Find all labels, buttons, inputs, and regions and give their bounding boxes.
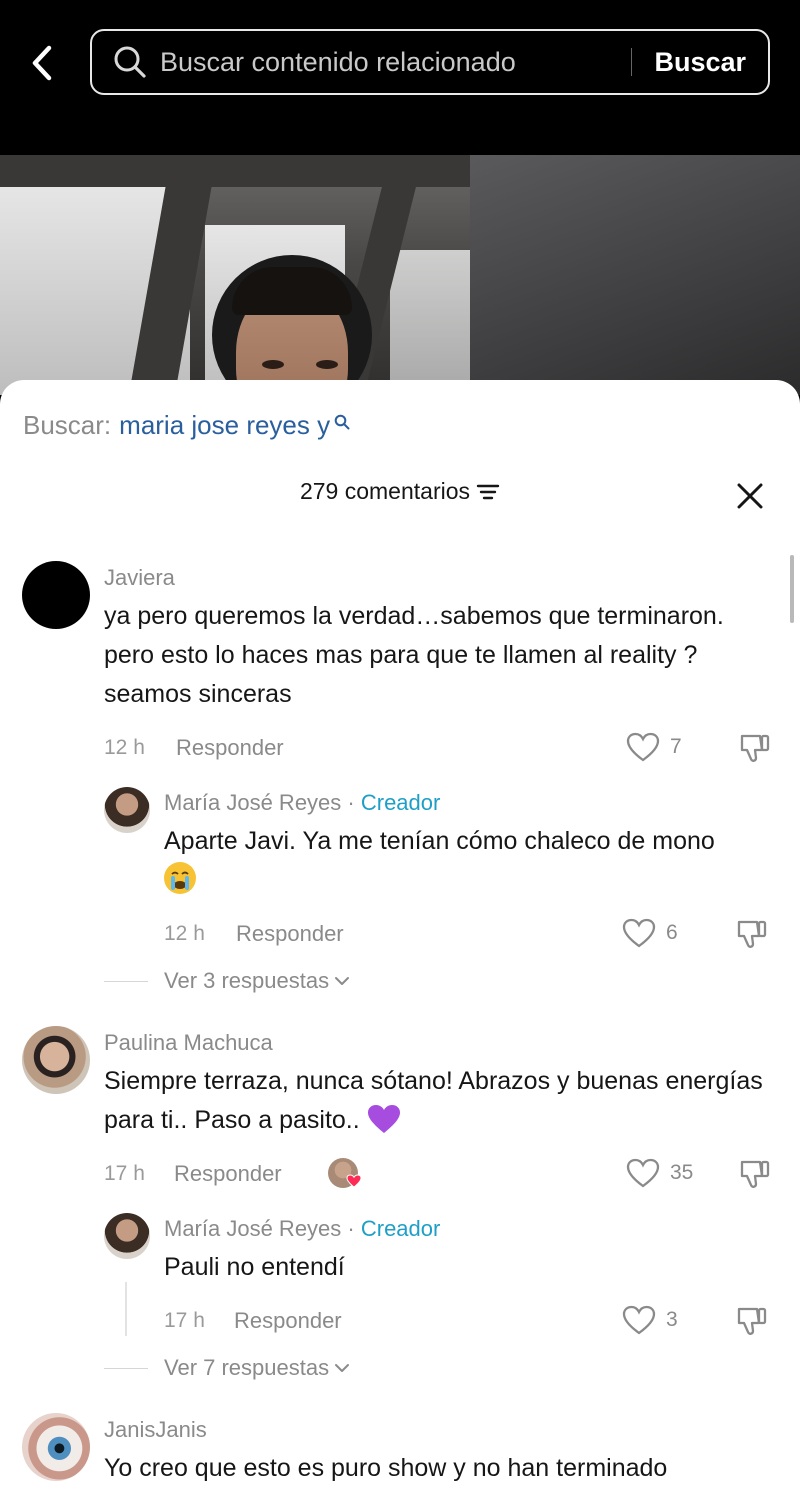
comment-username[interactable]: Javiera [104,565,175,591]
reply-text: Aparte Javi. Ya me tenían cómo chaleco d… [164,827,715,855]
chevron-left-icon [32,45,52,81]
suggested-search-query[interactable]: maria jose reyes y [119,410,330,441]
like-count: 7 [670,735,682,758]
video-eye [262,360,284,369]
reply-time: 17 h [164,1309,205,1332]
comment-username[interactable]: JanisJanis [104,1417,207,1443]
like-button[interactable]: 3 [622,1305,678,1335]
comment-text: ya pero queremos la verdad…sabemos que t… [104,602,724,708]
creator-avatar[interactable] [104,1213,150,1259]
thumbs-down-icon [737,920,767,948]
filter-icon[interactable] [476,482,500,502]
comment-text-container: Siempre terraza, nunca sótano! Abrazos y… [104,1062,774,1146]
dislike-button[interactable] [738,1156,772,1195]
divider [104,1367,148,1369]
search-input[interactable]: Buscar contenido relacionado [160,47,631,78]
reply-time: 12 h [164,922,205,945]
username-separator: · [341,1216,361,1241]
reply-text-container: Aparte Javi. Ya me tenían cómo chaleco d… [164,822,744,900]
reply-button[interactable]: Responder [234,1308,342,1334]
close-icon [737,483,763,509]
reply-username[interactable]: María José Reyes [164,1216,341,1241]
thumbs-down-icon [740,1160,770,1188]
heart-icon [626,1158,660,1188]
like-button[interactable]: 7 [626,732,682,762]
creator-avatar[interactable] [104,787,150,833]
heart-icon [346,1174,362,1188]
view-replies-button[interactable]: Ver 7 respuestas [104,1355,351,1381]
reply-text: Pauli no entendí [164,1253,345,1281]
search-icon [112,44,148,80]
reply-username[interactable]: María José Reyes [164,790,341,815]
avatar[interactable] [22,1413,90,1481]
heart-icon [626,732,660,762]
search-divider [631,48,633,76]
thumbs-down-icon [737,1307,767,1335]
like-count: 35 [670,1161,694,1184]
comment-text: Yo creo que esto es puro show y no han t… [104,1454,668,1482]
comment-username[interactable]: Paulina Machuca [104,1030,273,1056]
video-background-wall [470,155,800,395]
comments-header: 279 comentarios [0,478,800,518]
close-button[interactable] [734,480,766,512]
reply-button[interactable]: Responder [176,735,284,761]
video-hair [232,267,352,315]
dislike-button[interactable] [735,1303,769,1342]
suggested-search[interactable]: Buscar: maria jose reyes y [23,410,350,441]
view-replies-button[interactable]: Ver 3 respuestas [104,968,351,994]
like-count: 6 [666,921,678,944]
thumbs-down-icon [740,734,770,762]
comment-time: 17 h [104,1162,145,1185]
creator-liked-avatar [328,1158,362,1188]
username-separator: · [341,790,361,815]
search-icon [334,406,350,437]
comment-time: 12 h [104,736,145,759]
reply-button[interactable]: Responder [174,1161,282,1187]
comments-count: 279 comentarios [299,478,471,504]
chevron-down-icon [335,977,350,985]
search-bar[interactable]: Buscar contenido relacionado Buscar [90,29,770,95]
like-button[interactable]: 35 [626,1158,693,1188]
divider [104,980,148,982]
top-bar: Buscar contenido relacionado Buscar [0,0,800,155]
suggested-search-label: Buscar: [23,410,112,440]
search-button[interactable]: Buscar [654,47,746,78]
heart-icon [622,918,656,948]
heart-icon [622,1305,656,1335]
back-button[interactable] [22,38,62,88]
comment-text: Siempre terraza, nunca sótano! Abrazos y… [104,1067,763,1134]
thread-line [125,1282,127,1336]
avatar[interactable] [22,1026,90,1094]
purple-heart-icon [367,1104,401,1146]
scrollbar[interactable] [790,555,794,623]
like-count: 3 [666,1308,678,1331]
view-replies-label: Ver 3 respuestas [164,968,330,993]
creator-badge: Creador [360,1216,441,1241]
dislike-button[interactable] [735,916,769,955]
like-button[interactable]: 6 [622,918,678,948]
chevron-down-icon [335,1364,350,1372]
video-frame[interactable] [0,155,800,395]
avatar[interactable] [22,561,90,629]
view-replies-label: Ver 7 respuestas [164,1355,330,1380]
crying-face-icon [164,862,196,894]
reply-button[interactable]: Responder [236,921,344,947]
dislike-button[interactable] [738,730,772,769]
creator-badge: Creador [360,790,441,815]
comments-sheet: Buscar: maria jose reyes y 279 comentari… [0,380,800,1509]
video-eye [316,360,338,369]
